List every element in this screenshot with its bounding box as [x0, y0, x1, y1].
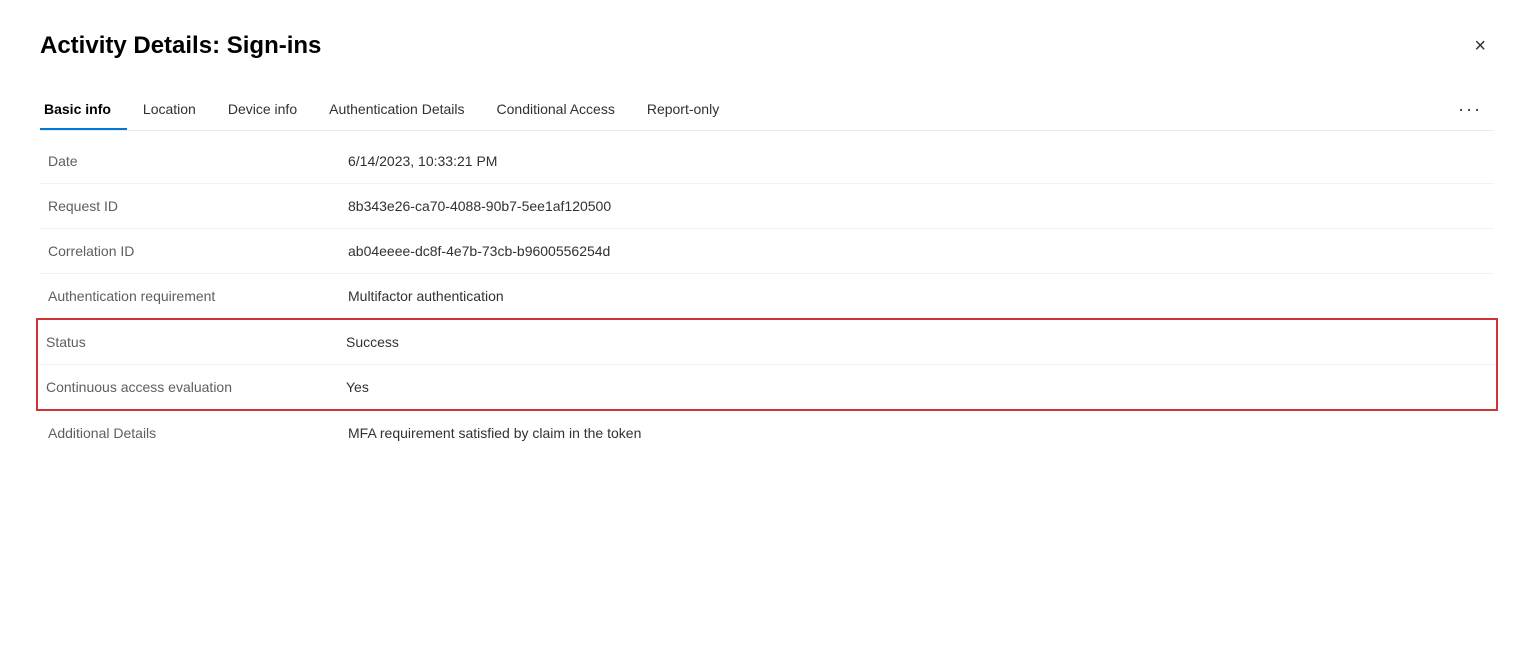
- tab-content: Date 6/14/2023, 10:33:21 PM Request ID 8…: [40, 131, 1494, 455]
- field-row: Request ID 8b343e26-ca70-4088-90b7-5ee1a…: [40, 184, 1494, 229]
- tab-bar: Basic info Location Device info Authenti…: [40, 89, 1494, 131]
- field-label: Correlation ID: [48, 243, 348, 259]
- tab-more-button[interactable]: ···: [1446, 89, 1494, 130]
- normal-rows-bottom: Additional Details MFA requirement satis…: [40, 411, 1494, 455]
- highlighted-field-row: Continuous access evaluation Yes: [38, 365, 1496, 409]
- field-row: Date 6/14/2023, 10:33:21 PM: [40, 139, 1494, 184]
- field-row: Correlation ID ab04eeee-dc8f-4e7b-73cb-b…: [40, 229, 1494, 274]
- field-value: Success: [346, 334, 1488, 350]
- activity-details-panel: Activity Details: Sign-ins × Basic info …: [0, 0, 1534, 650]
- field-label: Request ID: [48, 198, 348, 214]
- field-label: Status: [46, 334, 346, 350]
- field-value: 6/14/2023, 10:33:21 PM: [348, 153, 1486, 169]
- tab-conditional-access[interactable]: Conditional Access: [481, 90, 631, 130]
- close-button[interactable]: ×: [1466, 32, 1494, 60]
- field-label: Authentication requirement: [48, 288, 348, 304]
- field-label: Continuous access evaluation: [46, 379, 346, 395]
- field-value: ab04eeee-dc8f-4e7b-73cb-b9600556254d: [348, 243, 1486, 259]
- field-value: 8b343e26-ca70-4088-90b7-5ee1af120500: [348, 198, 1486, 214]
- highlighted-section: Status Success Continuous access evaluat…: [36, 318, 1498, 411]
- field-value: MFA requirement satisfied by claim in th…: [348, 425, 1486, 441]
- field-row: Additional Details MFA requirement satis…: [40, 411, 1494, 455]
- field-value: Multifactor authentication: [348, 288, 1486, 304]
- normal-rows-top: Date 6/14/2023, 10:33:21 PM Request ID 8…: [40, 139, 1494, 318]
- tab-authentication-details[interactable]: Authentication Details: [313, 90, 480, 130]
- tab-device-info[interactable]: Device info: [212, 90, 313, 130]
- highlighted-field-row: Status Success: [38, 320, 1496, 365]
- tab-report-only[interactable]: Report-only: [631, 90, 735, 130]
- tab-basic-info[interactable]: Basic info: [40, 90, 127, 130]
- tab-location[interactable]: Location: [127, 90, 212, 130]
- field-label: Additional Details: [48, 425, 348, 441]
- panel-header: Activity Details: Sign-ins ×: [40, 32, 1494, 61]
- field-value: Yes: [346, 379, 1488, 395]
- panel-title: Activity Details: Sign-ins: [40, 32, 321, 61]
- field-row: Authentication requirement Multifactor a…: [40, 274, 1494, 318]
- field-label: Date: [48, 153, 348, 169]
